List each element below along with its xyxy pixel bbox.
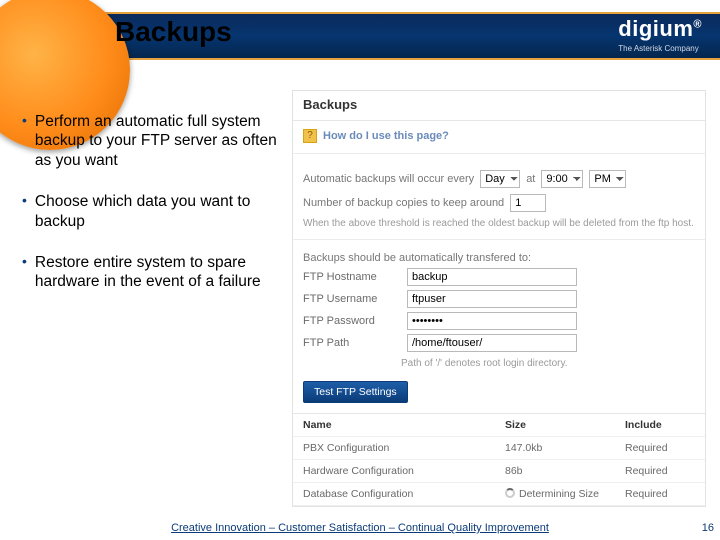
table-header: Name Size Include (293, 414, 705, 437)
frequency-select[interactable]: Day (480, 170, 520, 188)
copies-label: Number of backup copies to keep around (303, 197, 504, 209)
ftp-path-note: Path of '/' denotes root login directory… (293, 358, 705, 373)
table-row: Database Configuration Determining Size … (293, 483, 705, 506)
copies-note: When the above threshold is reached the … (303, 218, 695, 229)
ftp-user-label: FTP Username (303, 293, 401, 305)
col-size: Size (505, 419, 625, 431)
test-ftp-button[interactable]: Test FTP Settings (303, 381, 408, 403)
ftp-path-input[interactable] (407, 334, 577, 352)
bullet-dot-icon: • (22, 192, 27, 231)
divider (293, 239, 705, 240)
ftp-host-label: FTP Hostname (303, 271, 401, 283)
backups-config-panel: Backups ? How do I use this page? Automa… (292, 90, 706, 507)
bullet-text: Perform an automatic full system backup … (35, 112, 277, 170)
table-row: PBX Configuration 147.0kb Required (293, 437, 705, 460)
ampm-select[interactable]: PM (589, 170, 626, 188)
bullet-dot-icon: • (22, 112, 27, 170)
col-name: Name (303, 419, 505, 431)
cell-size: Determining Size (505, 488, 625, 500)
bullet-item: • Choose which data you want to backup (22, 192, 277, 231)
schedule-block: Automatic backups will occur every Day a… (293, 160, 705, 237)
cell-name: PBX Configuration (303, 442, 505, 454)
logo-text: digium (618, 16, 693, 41)
table-row: Hardware Configuration 86b Required (293, 460, 705, 483)
bullet-text: Restore entire system to spare hardware … (35, 253, 277, 292)
cell-size: 147.0kb (505, 442, 625, 454)
brand-logo: digium® The Asterisk Company (618, 16, 702, 53)
bullet-text: Choose which data you want to backup (35, 192, 277, 231)
cell-include: Required (625, 442, 695, 454)
cell-name: Hardware Configuration (303, 465, 505, 477)
bullet-dot-icon: • (22, 253, 27, 292)
help-link[interactable]: ? How do I use this page? (293, 121, 705, 151)
divider (293, 153, 705, 154)
footer-tagline: Creative Innovation – Customer Satisfact… (0, 522, 720, 534)
cell-size: 86b (505, 465, 625, 477)
backup-items-table: Name Size Include PBX Configuration 147.… (293, 413, 705, 506)
slide-title: Backups (115, 16, 232, 48)
help-icon: ? (303, 129, 317, 143)
freq-label: Automatic backups will occur every (303, 173, 474, 185)
ftp-user-input[interactable] (407, 290, 577, 308)
ftp-pass-label: FTP Password (303, 315, 401, 327)
bullet-item: • Perform an automatic full system backu… (22, 112, 277, 170)
panel-heading: Backups (293, 91, 705, 121)
bullet-list: • Perform an automatic full system backu… (22, 112, 277, 314)
time-select[interactable]: 9:00 (541, 170, 583, 188)
cell-name: Database Configuration (303, 488, 505, 500)
help-text: How do I use this page? (323, 130, 449, 142)
slide-header: Backups digium® The Asterisk Company (0, 0, 720, 79)
cell-include: Required (625, 465, 695, 477)
ftp-host-input[interactable] (407, 268, 577, 286)
cell-include: Required (625, 488, 695, 500)
page-number: 16 (702, 522, 714, 534)
bullet-item: • Restore entire system to spare hardwar… (22, 253, 277, 292)
logo-subtitle: The Asterisk Company (618, 44, 702, 53)
ftp-pass-input[interactable] (407, 312, 577, 330)
copies-input[interactable] (510, 194, 546, 212)
col-include: Include (625, 419, 695, 431)
transfer-heading: Backups should be automatically transfer… (293, 246, 705, 266)
loading-spinner-icon (505, 488, 515, 498)
ftp-path-label: FTP Path (303, 337, 401, 349)
at-label: at (526, 173, 535, 185)
